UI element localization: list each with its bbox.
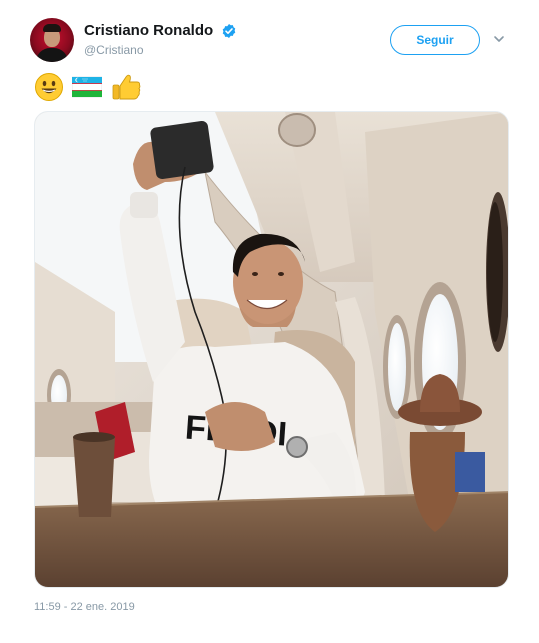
avatar-shirt <box>36 48 68 62</box>
author-display-name[interactable]: Cristiano Ronaldo <box>84 22 213 39</box>
author-handle[interactable]: @Cristiano <box>84 43 237 57</box>
verified-badge-icon <box>222 23 235 38</box>
tweet-header: Cristiano Ronaldo @Cristiano Seguir <box>30 18 520 66</box>
chevron-down-icon[interactable] <box>492 32 506 46</box>
grinning-face-icon <box>35 73 63 101</box>
flag-uzbekistan-icon <box>72 76 103 98</box>
follow-button[interactable]: Seguir <box>390 25 480 55</box>
thumbs-up-icon <box>112 74 141 100</box>
avatar-hair <box>43 24 61 32</box>
tweet-photo[interactable]: FENDI <box>34 111 509 588</box>
tweet-timestamp[interactable]: 11:59 - 22 ene. 2019 <box>34 601 135 613</box>
selfie-photo-illustration: FENDI <box>35 112 508 587</box>
tweet-card: Cristiano Ronaldo @Cristiano Seguir 11:5… <box>0 0 539 643</box>
avatar[interactable] <box>30 18 74 62</box>
author-names: Cristiano Ronaldo @Cristiano <box>84 22 237 57</box>
tweet-text <box>34 72 147 106</box>
